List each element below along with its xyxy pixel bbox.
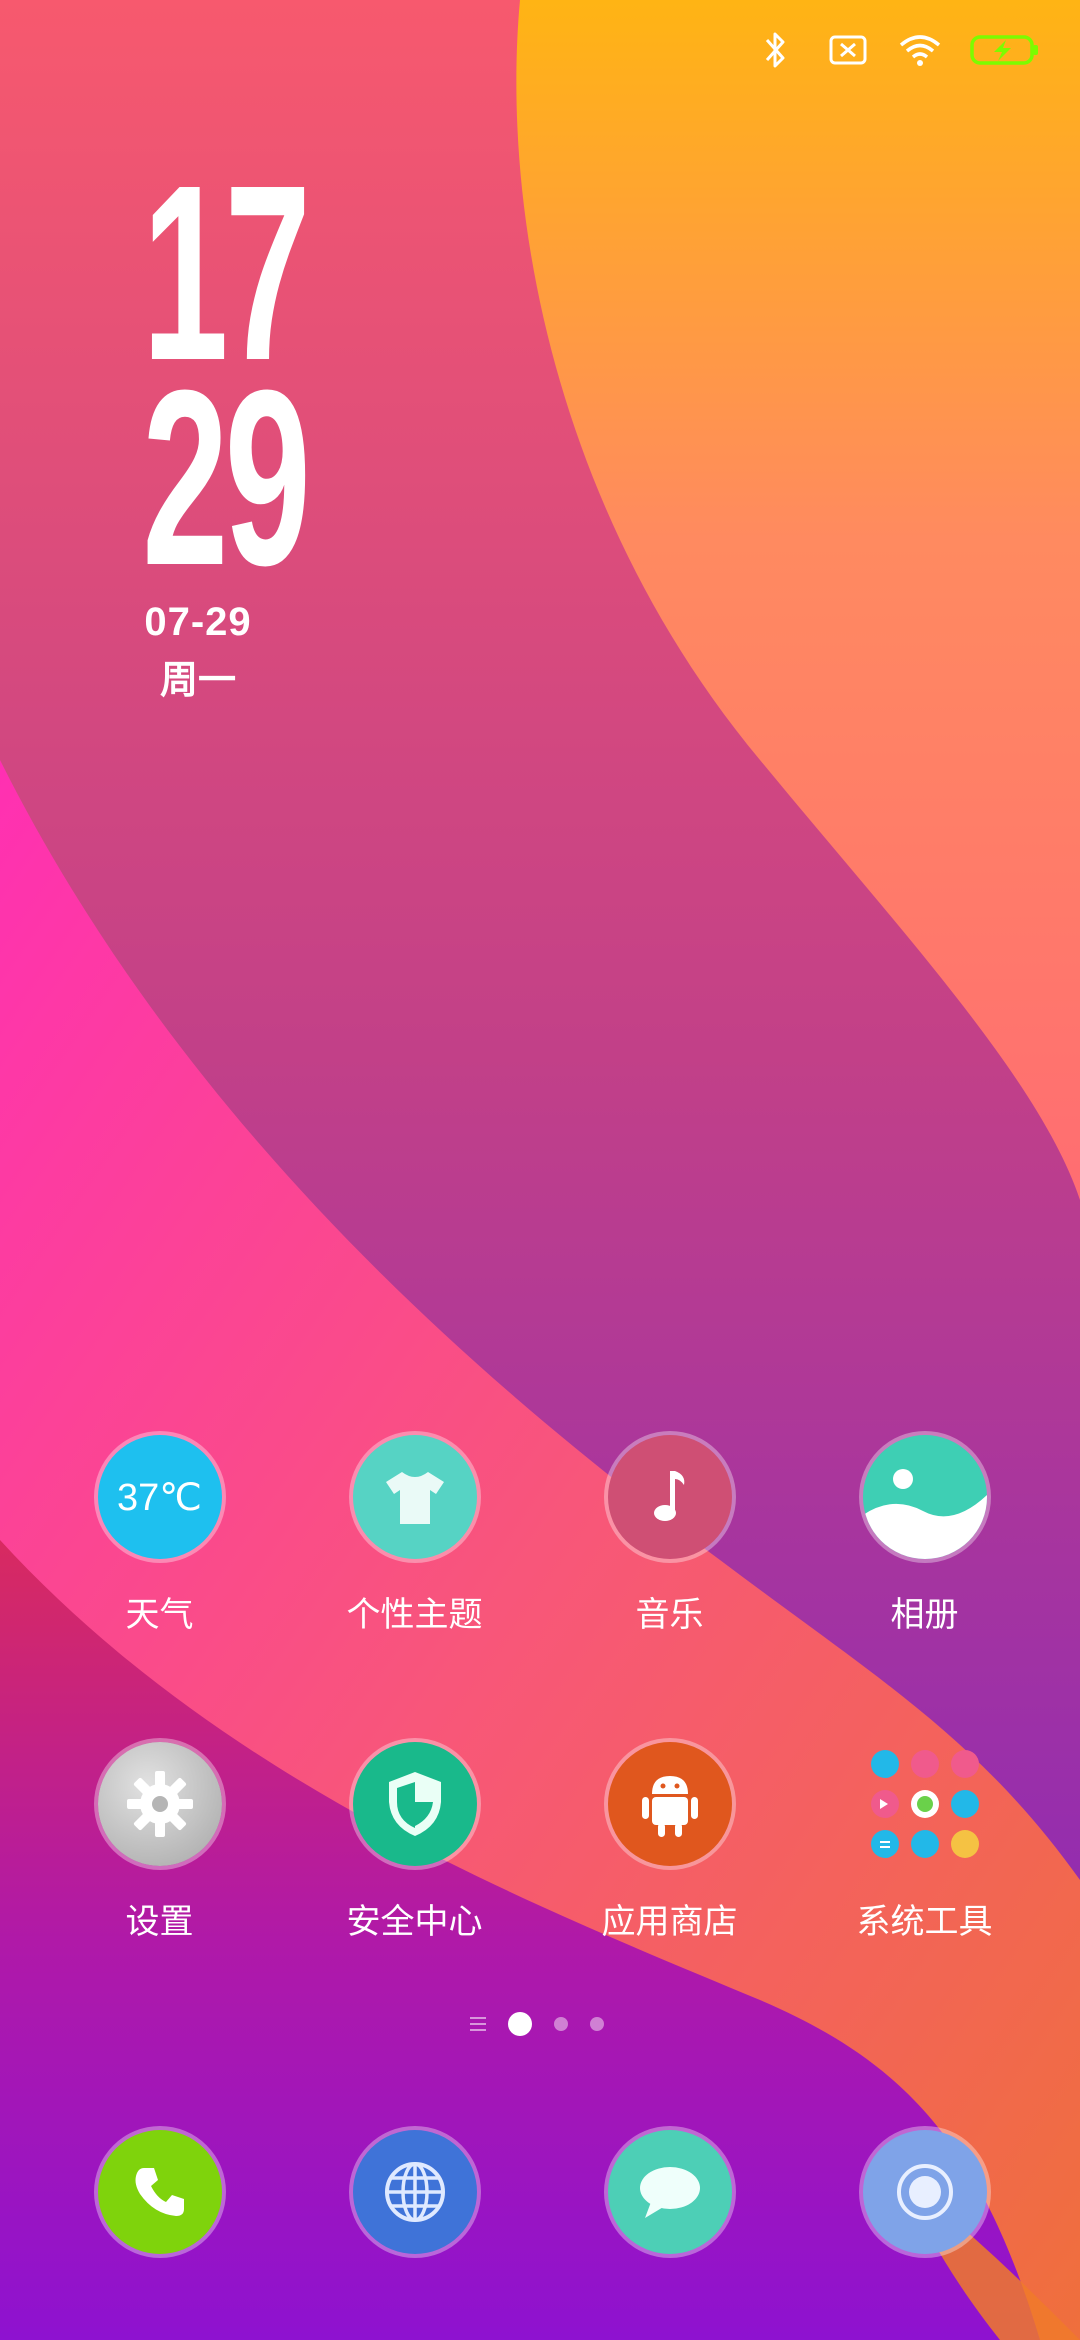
music-note-icon	[607, 1435, 732, 1559]
app-label: 音乐	[635, 1595, 704, 1635]
weather-icon: 37℃	[97, 1435, 222, 1559]
app-label: 相册	[890, 1595, 959, 1635]
shield-icon	[352, 1742, 477, 1866]
page-dot[interactable]	[554, 2017, 568, 2031]
status-bar	[754, 28, 1040, 72]
app-label: 安全中心	[346, 1902, 483, 1942]
dock-browser[interactable]	[287, 2130, 542, 2254]
weather-temperature: 37℃	[117, 1476, 202, 1519]
folder-icon	[863, 1742, 987, 1866]
dock-messages[interactable]	[542, 2130, 797, 2254]
app-label: 个性主题	[346, 1595, 483, 1635]
clock-weekday: 周一	[159, 660, 236, 702]
page-indicator[interactable]	[470, 2012, 604, 2036]
battery-charging-icon	[970, 28, 1040, 72]
app-themes[interactable]: 个性主题	[287, 1435, 542, 1636]
phone-icon	[97, 2130, 222, 2254]
app-settings[interactable]: 设置	[32, 1742, 287, 1943]
app-label: 天气	[125, 1595, 194, 1635]
app-store[interactable]: 应用商店	[542, 1742, 797, 1943]
dock	[0, 2130, 1080, 2254]
clock-minute: 29	[142, 338, 311, 617]
android-icon	[607, 1742, 732, 1866]
app-label: 设置	[125, 1902, 194, 1942]
app-gallery[interactable]: 相册	[797, 1435, 1052, 1636]
chat-bubble-icon	[607, 2130, 732, 2254]
home-menu-icon[interactable]	[470, 2017, 486, 2031]
app-label: 应用商店	[601, 1902, 738, 1942]
app-weather[interactable]: 37℃ 天气	[32, 1435, 287, 1636]
app-label: 系统工具	[856, 1902, 993, 1942]
app-system-tools-folder[interactable]: 系统工具	[797, 1742, 1052, 1943]
tshirt-icon	[352, 1435, 477, 1559]
gallery-icon	[862, 1435, 987, 1559]
no-sim-icon	[826, 28, 870, 72]
app-row-1: 37℃ 天气 个性主题 音乐 相册	[0, 1435, 1080, 1636]
app-music[interactable]: 音乐	[542, 1435, 797, 1636]
bluetooth-icon	[754, 28, 798, 72]
dock-camera[interactable]	[797, 2130, 1052, 2254]
page-dot[interactable]	[590, 2017, 604, 2031]
app-row-2: 设置 安全中心 应用商店 系统工具	[0, 1742, 1080, 1943]
page-dot-active[interactable]	[508, 2012, 532, 2036]
globe-icon	[352, 2130, 477, 2254]
gear-icon	[97, 1742, 222, 1866]
wifi-icon	[898, 28, 942, 72]
dock-phone[interactable]	[32, 2130, 287, 2254]
clock-widget[interactable]: 17 29 07-29 周一	[108, 148, 311, 704]
camera-icon	[862, 2130, 987, 2254]
app-security-center[interactable]: 安全中心	[287, 1742, 542, 1943]
